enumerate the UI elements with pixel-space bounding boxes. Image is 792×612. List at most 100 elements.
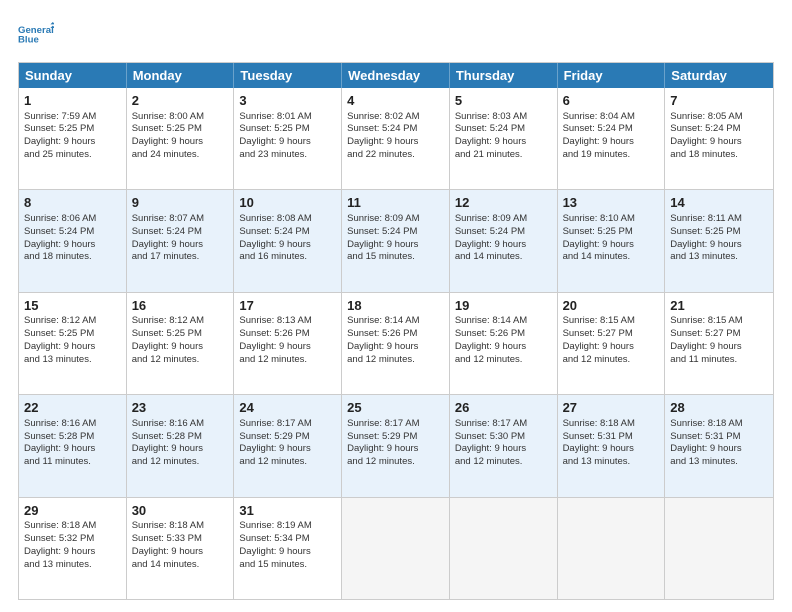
- day-number: 11: [347, 194, 444, 212]
- day-number: 29: [24, 502, 121, 520]
- day-info: Sunrise: 8:12 AM Sunset: 5:25 PM Dayligh…: [24, 315, 96, 364]
- day-info: Sunrise: 8:14 AM Sunset: 5:26 PM Dayligh…: [455, 315, 527, 364]
- day-number: 30: [132, 502, 229, 520]
- header-day-wednesday: Wednesday: [342, 63, 450, 88]
- day-number: 5: [455, 92, 552, 110]
- header-day-sunday: Sunday: [19, 63, 127, 88]
- day-cell-8: 8Sunrise: 8:06 AM Sunset: 5:24 PM Daylig…: [19, 190, 127, 291]
- header-day-friday: Friday: [558, 63, 666, 88]
- day-cell-16: 16Sunrise: 8:12 AM Sunset: 5:25 PM Dayli…: [127, 293, 235, 394]
- week-row-4: 29Sunrise: 8:18 AM Sunset: 5:32 PM Dayli…: [19, 497, 773, 599]
- logo: General Blue: [18, 16, 54, 52]
- day-number: 27: [563, 399, 660, 417]
- day-info: Sunrise: 8:16 AM Sunset: 5:28 PM Dayligh…: [24, 418, 96, 467]
- day-info: Sunrise: 8:05 AM Sunset: 5:24 PM Dayligh…: [670, 111, 742, 160]
- day-number: 1: [24, 92, 121, 110]
- day-cell-24: 24Sunrise: 8:17 AM Sunset: 5:29 PM Dayli…: [234, 395, 342, 496]
- day-info: Sunrise: 8:08 AM Sunset: 5:24 PM Dayligh…: [239, 213, 311, 262]
- day-cell-20: 20Sunrise: 8:15 AM Sunset: 5:27 PM Dayli…: [558, 293, 666, 394]
- day-cell-4: 4Sunrise: 8:02 AM Sunset: 5:24 PM Daylig…: [342, 88, 450, 189]
- day-info: Sunrise: 8:18 AM Sunset: 5:31 PM Dayligh…: [670, 418, 742, 467]
- day-info: Sunrise: 8:07 AM Sunset: 5:24 PM Dayligh…: [132, 213, 204, 262]
- calendar-body: 1Sunrise: 7:59 AM Sunset: 5:25 PM Daylig…: [19, 88, 773, 599]
- day-number: 20: [563, 297, 660, 315]
- day-cell-18: 18Sunrise: 8:14 AM Sunset: 5:26 PM Dayli…: [342, 293, 450, 394]
- day-cell-7: 7Sunrise: 8:05 AM Sunset: 5:24 PM Daylig…: [665, 88, 773, 189]
- day-cell-2: 2Sunrise: 8:00 AM Sunset: 5:25 PM Daylig…: [127, 88, 235, 189]
- day-number: 28: [670, 399, 768, 417]
- svg-text:Blue: Blue: [18, 34, 39, 45]
- day-info: Sunrise: 8:02 AM Sunset: 5:24 PM Dayligh…: [347, 111, 419, 160]
- day-info: Sunrise: 8:15 AM Sunset: 5:27 PM Dayligh…: [563, 315, 635, 364]
- empty-cell-4-6: [665, 498, 773, 599]
- day-info: Sunrise: 8:18 AM Sunset: 5:31 PM Dayligh…: [563, 418, 635, 467]
- empty-cell-4-5: [558, 498, 666, 599]
- calendar: SundayMondayTuesdayWednesdayThursdayFrid…: [18, 62, 774, 600]
- day-info: Sunrise: 8:06 AM Sunset: 5:24 PM Dayligh…: [24, 213, 96, 262]
- day-number: 16: [132, 297, 229, 315]
- week-row-0: 1Sunrise: 7:59 AM Sunset: 5:25 PM Daylig…: [19, 88, 773, 189]
- day-cell-10: 10Sunrise: 8:08 AM Sunset: 5:24 PM Dayli…: [234, 190, 342, 291]
- day-cell-13: 13Sunrise: 8:10 AM Sunset: 5:25 PM Dayli…: [558, 190, 666, 291]
- day-info: Sunrise: 8:17 AM Sunset: 5:29 PM Dayligh…: [239, 418, 311, 467]
- logo-svg: General Blue: [18, 16, 54, 52]
- header-day-monday: Monday: [127, 63, 235, 88]
- day-info: Sunrise: 8:00 AM Sunset: 5:25 PM Dayligh…: [132, 111, 204, 160]
- day-number: 12: [455, 194, 552, 212]
- day-number: 25: [347, 399, 444, 417]
- header: General Blue: [18, 16, 774, 52]
- day-info: Sunrise: 8:15 AM Sunset: 5:27 PM Dayligh…: [670, 315, 742, 364]
- day-cell-23: 23Sunrise: 8:16 AM Sunset: 5:28 PM Dayli…: [127, 395, 235, 496]
- day-number: 18: [347, 297, 444, 315]
- day-number: 13: [563, 194, 660, 212]
- week-row-3: 22Sunrise: 8:16 AM Sunset: 5:28 PM Dayli…: [19, 394, 773, 496]
- day-number: 8: [24, 194, 121, 212]
- day-info: Sunrise: 8:13 AM Sunset: 5:26 PM Dayligh…: [239, 315, 311, 364]
- day-number: 7: [670, 92, 768, 110]
- header-day-thursday: Thursday: [450, 63, 558, 88]
- day-cell-17: 17Sunrise: 8:13 AM Sunset: 5:26 PM Dayli…: [234, 293, 342, 394]
- day-number: 26: [455, 399, 552, 417]
- day-number: 17: [239, 297, 336, 315]
- day-number: 15: [24, 297, 121, 315]
- day-number: 23: [132, 399, 229, 417]
- day-cell-30: 30Sunrise: 8:18 AM Sunset: 5:33 PM Dayli…: [127, 498, 235, 599]
- day-number: 9: [132, 194, 229, 212]
- day-info: Sunrise: 7:59 AM Sunset: 5:25 PM Dayligh…: [24, 111, 96, 160]
- day-cell-31: 31Sunrise: 8:19 AM Sunset: 5:34 PM Dayli…: [234, 498, 342, 599]
- day-info: Sunrise: 8:19 AM Sunset: 5:34 PM Dayligh…: [239, 520, 311, 569]
- day-info: Sunrise: 8:17 AM Sunset: 5:30 PM Dayligh…: [455, 418, 527, 467]
- day-info: Sunrise: 8:09 AM Sunset: 5:24 PM Dayligh…: [347, 213, 419, 262]
- day-cell-11: 11Sunrise: 8:09 AM Sunset: 5:24 PM Dayli…: [342, 190, 450, 291]
- day-number: 21: [670, 297, 768, 315]
- day-info: Sunrise: 8:04 AM Sunset: 5:24 PM Dayligh…: [563, 111, 635, 160]
- day-info: Sunrise: 8:01 AM Sunset: 5:25 PM Dayligh…: [239, 111, 311, 160]
- day-number: 19: [455, 297, 552, 315]
- header-day-tuesday: Tuesday: [234, 63, 342, 88]
- day-info: Sunrise: 8:03 AM Sunset: 5:24 PM Dayligh…: [455, 111, 527, 160]
- day-number: 24: [239, 399, 336, 417]
- day-cell-6: 6Sunrise: 8:04 AM Sunset: 5:24 PM Daylig…: [558, 88, 666, 189]
- day-info: Sunrise: 8:18 AM Sunset: 5:33 PM Dayligh…: [132, 520, 204, 569]
- day-info: Sunrise: 8:10 AM Sunset: 5:25 PM Dayligh…: [563, 213, 635, 262]
- day-cell-22: 22Sunrise: 8:16 AM Sunset: 5:28 PM Dayli…: [19, 395, 127, 496]
- day-cell-1: 1Sunrise: 7:59 AM Sunset: 5:25 PM Daylig…: [19, 88, 127, 189]
- page: General Blue SundayMondayTuesdayWednesda…: [0, 0, 792, 612]
- day-info: Sunrise: 8:17 AM Sunset: 5:29 PM Dayligh…: [347, 418, 419, 467]
- day-number: 4: [347, 92, 444, 110]
- day-cell-12: 12Sunrise: 8:09 AM Sunset: 5:24 PM Dayli…: [450, 190, 558, 291]
- day-number: 2: [132, 92, 229, 110]
- day-cell-28: 28Sunrise: 8:18 AM Sunset: 5:31 PM Dayli…: [665, 395, 773, 496]
- day-number: 10: [239, 194, 336, 212]
- day-cell-9: 9Sunrise: 8:07 AM Sunset: 5:24 PM Daylig…: [127, 190, 235, 291]
- day-info: Sunrise: 8:11 AM Sunset: 5:25 PM Dayligh…: [670, 213, 742, 262]
- day-cell-29: 29Sunrise: 8:18 AM Sunset: 5:32 PM Dayli…: [19, 498, 127, 599]
- calendar-header: SundayMondayTuesdayWednesdayThursdayFrid…: [19, 63, 773, 88]
- day-cell-5: 5Sunrise: 8:03 AM Sunset: 5:24 PM Daylig…: [450, 88, 558, 189]
- day-info: Sunrise: 8:12 AM Sunset: 5:25 PM Dayligh…: [132, 315, 204, 364]
- day-cell-25: 25Sunrise: 8:17 AM Sunset: 5:29 PM Dayli…: [342, 395, 450, 496]
- day-info: Sunrise: 8:16 AM Sunset: 5:28 PM Dayligh…: [132, 418, 204, 467]
- day-cell-21: 21Sunrise: 8:15 AM Sunset: 5:27 PM Dayli…: [665, 293, 773, 394]
- day-cell-15: 15Sunrise: 8:12 AM Sunset: 5:25 PM Dayli…: [19, 293, 127, 394]
- day-cell-14: 14Sunrise: 8:11 AM Sunset: 5:25 PM Dayli…: [665, 190, 773, 291]
